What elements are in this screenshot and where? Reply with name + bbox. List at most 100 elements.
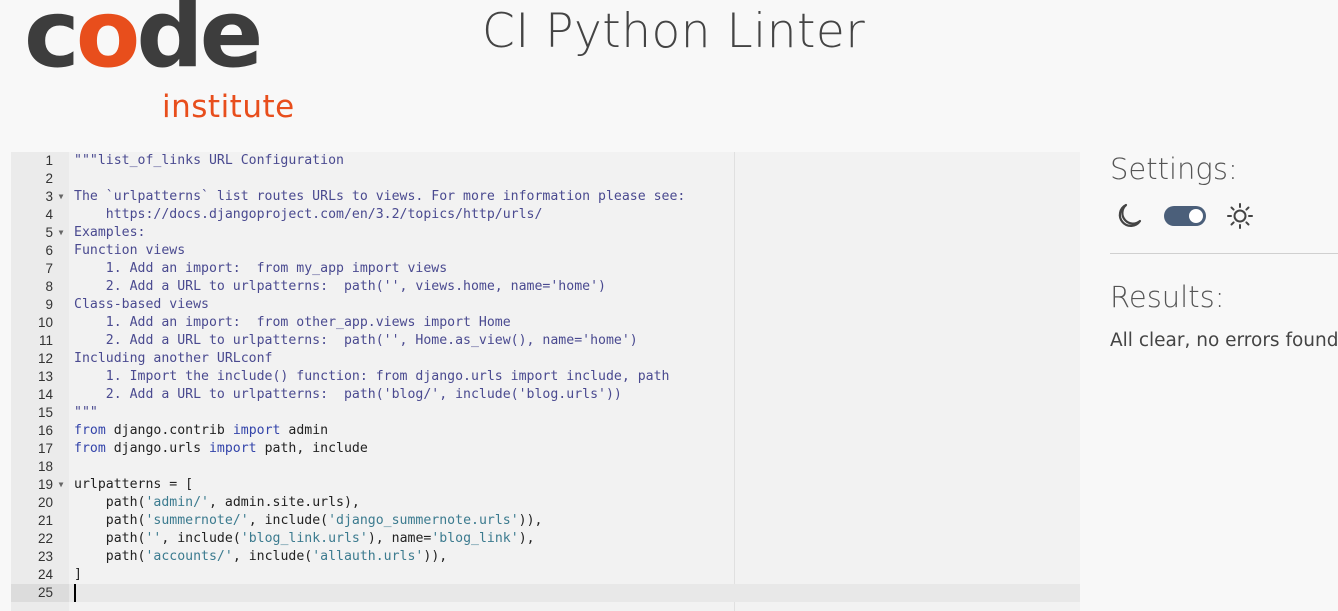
- fold-arrow-icon[interactable]: ▼: [56, 188, 66, 206]
- code-line[interactable]: 20 path('admin/', admin.site.urls),: [11, 494, 1080, 512]
- code-line[interactable]: 9 Class-based views: [11, 296, 1080, 314]
- code-line[interactable]: 24]: [11, 566, 1080, 584]
- code-line[interactable]: 4 https://docs.djangoproject.com/en/3.2/…: [11, 206, 1080, 224]
- code-token: 1. Add an import: from other_app.views i…: [74, 315, 511, 330]
- code-token: ),: [518, 531, 535, 546]
- code-token: 'accounts/': [145, 549, 233, 564]
- code-line[interactable]: 22 path('', include('blog_link.urls'), n…: [11, 530, 1080, 548]
- code-token: 'allauth.urls': [312, 549, 424, 564]
- code-line[interactable]: 18: [11, 458, 1080, 476]
- code-text: Class-based views: [74, 296, 209, 314]
- code-text: urlpatterns = [: [74, 476, 193, 494]
- code-text: from django.urls import path, include: [74, 440, 368, 458]
- fold-arrow-icon[interactable]: ▼: [56, 476, 66, 494]
- code-text: """list_of_links URL Configuration: [74, 152, 344, 170]
- code-token: path(: [74, 531, 146, 546]
- code-text: Including another URLconf: [74, 350, 273, 368]
- editor-lines[interactable]: 1 """list_of_links URL Configuration 2 3 ▼ Th…: [11, 152, 1080, 602]
- code-token: Function views: [74, 243, 186, 258]
- logo-letters-de: de: [136, 0, 263, 89]
- logo-wordmark: code: [24, 0, 263, 82]
- code-line[interactable]: 17 from django.urls import path, include: [11, 440, 1080, 458]
- code-text: ]: [74, 566, 82, 584]
- code-token: path(: [74, 549, 146, 564]
- linter-page: code institute CI Python Linter 1 """list…: [0, 0, 1338, 611]
- line-number: 7: [45, 261, 53, 276]
- code-token: 'admin/': [145, 495, 209, 510]
- settings-heading: Settings:: [1110, 152, 1238, 186]
- code-token: """list_of_links URL Configuration: [74, 153, 344, 168]
- code-line[interactable]: 1 """list_of_links URL Configuration: [11, 152, 1080, 170]
- code-line[interactable]: 19 ▼ urlpatterns = [: [11, 476, 1080, 494]
- code-line[interactable]: 6 Function views: [11, 242, 1080, 260]
- code-token: path(: [74, 495, 146, 510]
- code-token: Examples:: [74, 225, 146, 240]
- code-line[interactable]: 14 2. Add a URL to urlpatterns: path('bl…: [11, 386, 1080, 404]
- code-token: 'blog_link': [431, 531, 519, 546]
- panel-divider: [1110, 253, 1338, 254]
- code-line[interactable]: 8 2. Add a URL to urlpatterns: path('', …: [11, 278, 1080, 296]
- code-token: '': [145, 531, 162, 546]
- code-text: path('summernote/', include('django_summ…: [74, 512, 543, 530]
- code-token: https://docs.djangoproject.com/en/3.2/to…: [74, 207, 543, 222]
- line-number: 15: [37, 405, 53, 420]
- code-token: 1. Add an import: from my_app import vie…: [74, 261, 448, 276]
- code-token: path(: [74, 513, 146, 528]
- code-line[interactable]: 16 from django.contrib import admin: [11, 422, 1080, 440]
- code-line[interactable]: 21 path('summernote/', include('django_s…: [11, 512, 1080, 530]
- code-text: 2. Add a URL to urlpatterns: path('', Ho…: [74, 332, 638, 350]
- code-editor[interactable]: 1 """list_of_links URL Configuration 2 3 ▼ Th…: [11, 152, 1080, 611]
- code-line[interactable]: 12 Including another URLconf: [11, 350, 1080, 368]
- line-number: 22: [37, 531, 53, 546]
- code-token: import: [232, 423, 281, 438]
- code-line[interactable]: 11 2. Add a URL to urlpatterns: path('',…: [11, 332, 1080, 350]
- sun-icon: [1226, 202, 1254, 230]
- code-text: path('', include('blog_link.urls'), name…: [74, 530, 535, 548]
- code-text: """: [74, 404, 98, 422]
- code-line[interactable]: 13 1. Import the include() function: fro…: [11, 368, 1080, 386]
- code-token: 'django_summernote.urls': [328, 513, 519, 528]
- code-token: ]: [74, 567, 82, 582]
- code-text: Function views: [74, 242, 185, 260]
- line-number: 16: [37, 423, 53, 438]
- code-token: 1. Import the include() function: from d…: [74, 369, 670, 384]
- theme-switcher: [1114, 202, 1264, 230]
- line-number: 25: [11, 584, 69, 602]
- code-token: django.contrib: [105, 423, 233, 438]
- text-cursor: [74, 584, 76, 602]
- line-number: 23: [37, 549, 53, 564]
- code-text: path('accounts/', include('allauth.urls'…: [74, 548, 447, 566]
- code-line[interactable]: 23 path('accounts/', include('allauth.ur…: [11, 548, 1080, 566]
- code-token: Including another URLconf: [74, 351, 273, 366]
- code-line[interactable]: 7 1. Add an import: from my_app import v…: [11, 260, 1080, 278]
- code-text: from django.contrib import admin: [74, 422, 328, 440]
- code-line[interactable]: 3 ▼ The `urlpatterns` list routes URLs to …: [11, 188, 1080, 206]
- code-text: path('admin/', admin.site.urls),: [74, 494, 360, 512]
- line-number: 14: [37, 387, 53, 402]
- results-heading: Results:: [1110, 280, 1225, 314]
- code-line[interactable]: 2: [11, 170, 1080, 188]
- code-line[interactable]: 25: [11, 584, 1080, 602]
- moon-icon: [1114, 202, 1144, 230]
- code-token: 2. Add a URL to urlpatterns: path('blog/…: [74, 387, 622, 402]
- code-text: 2. Add a URL to urlpatterns: path('blog/…: [74, 386, 622, 404]
- logo-letter-c: c: [24, 0, 80, 89]
- code-token: 2. Add a URL to urlpatterns: path('', Ho…: [74, 333, 638, 348]
- fold-arrow-icon[interactable]: ▼: [56, 224, 66, 242]
- code-text: https://docs.djangoproject.com/en/3.2/to…: [74, 206, 543, 224]
- code-institute-logo: code institute: [22, 0, 312, 130]
- code-token: , admin.site.urls),: [209, 495, 360, 510]
- code-line[interactable]: 10 1. Add an import: from other_app.view…: [11, 314, 1080, 332]
- code-token: import: [208, 441, 257, 456]
- line-number: 21: [37, 513, 53, 528]
- line-number: 4: [45, 207, 53, 222]
- code-token: )),: [518, 513, 543, 528]
- code-text: 2. Add a URL to urlpatterns: path('', vi…: [74, 278, 606, 296]
- code-token: )),: [423, 549, 448, 564]
- line-number: 6: [45, 243, 53, 258]
- line-number: 20: [37, 495, 53, 510]
- code-line[interactable]: 15 """: [11, 404, 1080, 422]
- results-message: All clear, no errors found: [1110, 330, 1338, 351]
- code-line[interactable]: 5 ▼ Examples:: [11, 224, 1080, 242]
- theme-toggle[interactable]: [1164, 206, 1206, 226]
